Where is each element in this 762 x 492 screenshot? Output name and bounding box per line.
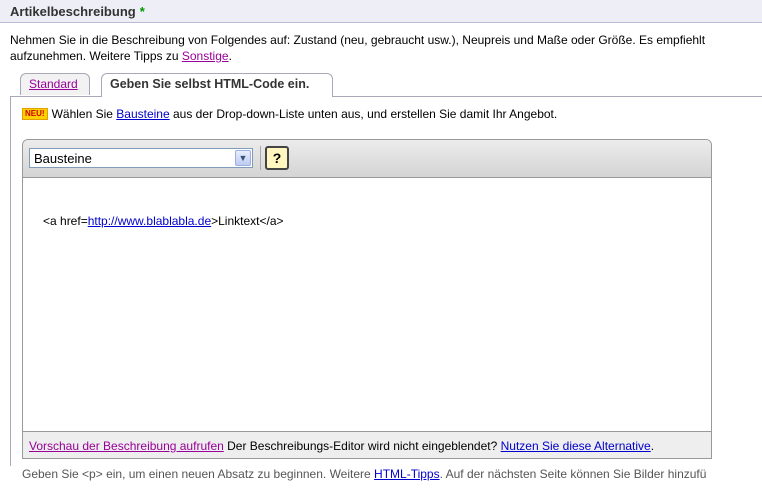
- chevron-down-icon[interactable]: ▼: [235, 150, 251, 166]
- editor-missing-text: Der Beschreibungs-Editor wird nicht eing…: [223, 439, 501, 453]
- paragraph-tip-prefix: Geben Sie <p> ein, um einen neuen Absatz…: [22, 467, 375, 481]
- paragraph-tip-suffix: . Auf der nächsten Seite können Sie Bild…: [439, 467, 707, 481]
- html-tips-link[interactable]: HTML-Tipps: [374, 467, 440, 481]
- code-prefix: <a href=: [43, 214, 88, 228]
- preview-description-link[interactable]: Vorschau der Beschreibung aufrufen: [29, 439, 224, 453]
- section-title-text: Artikelbeschreibung: [10, 4, 136, 19]
- code-url-link[interactable]: http://www.blablabla.de: [88, 214, 211, 228]
- footer-end: .: [650, 439, 655, 453]
- help-button[interactable]: ?: [265, 146, 289, 170]
- code-line: <a href=http://www.blablabla.de>Linktext…: [43, 214, 284, 228]
- bausteine-link[interactable]: Bausteine: [116, 107, 169, 121]
- tab-standard-label[interactable]: Standard: [29, 77, 78, 91]
- question-icon: ?: [272, 150, 282, 166]
- html-editor: Bausteine ▼ ? <a href=http://www.blablab…: [22, 139, 712, 459]
- alternative-link[interactable]: Nutzen Sie diese Alternative: [501, 439, 651, 453]
- intro-line-2-prefix: aufzunehmen. Weitere Tipps zu: [10, 49, 182, 63]
- bausteine-select-value: Bausteine: [34, 151, 92, 166]
- html-code-textarea[interactable]: <a href=http://www.blablabla.de>Linktext…: [23, 178, 711, 431]
- intro-line-2-suffix: .: [228, 49, 232, 63]
- intro-text: Nehmen Sie in die Beschreibung von Folge…: [10, 32, 762, 64]
- tab-standard[interactable]: Standard: [20, 73, 90, 95]
- section-title: Artikelbeschreibung *: [10, 4, 145, 19]
- toolbar-separator: [260, 146, 261, 170]
- section-header: Artikelbeschreibung *: [0, 0, 762, 23]
- tab-html-code-label: Geben Sie selbst HTML-Code ein.: [110, 77, 310, 91]
- tab-html-code[interactable]: Geben Sie selbst HTML-Code ein.: [101, 73, 333, 97]
- bausteine-select[interactable]: Bausteine ▼: [29, 148, 253, 168]
- hint-suffix: aus der Drop-down-Liste unten aus, und e…: [169, 107, 558, 121]
- code-suffix: >Linktext</a>: [211, 214, 284, 228]
- bausteine-hint: NEU! Wählen Sie Bausteine aus der Drop-do…: [22, 107, 557, 121]
- intro-line-1: Nehmen Sie in die Beschreibung von Folge…: [10, 33, 706, 47]
- required-marker: *: [139, 4, 145, 19]
- sonstige-link[interactable]: Sonstige: [182, 49, 229, 63]
- editor-footer: Vorschau der Beschreibung aufrufen Der B…: [23, 431, 711, 458]
- intro-line-2: aufzunehmen. Weitere Tipps zu Sonstige.: [10, 48, 762, 64]
- editor-toolbar: Bausteine ▼ ?: [23, 140, 711, 178]
- hint-prefix: Wählen Sie: [51, 107, 117, 121]
- new-badge-icon: NEU!: [22, 108, 48, 120]
- paragraph-tip: Geben Sie <p> ein, um einen neuen Absatz…: [22, 467, 706, 481]
